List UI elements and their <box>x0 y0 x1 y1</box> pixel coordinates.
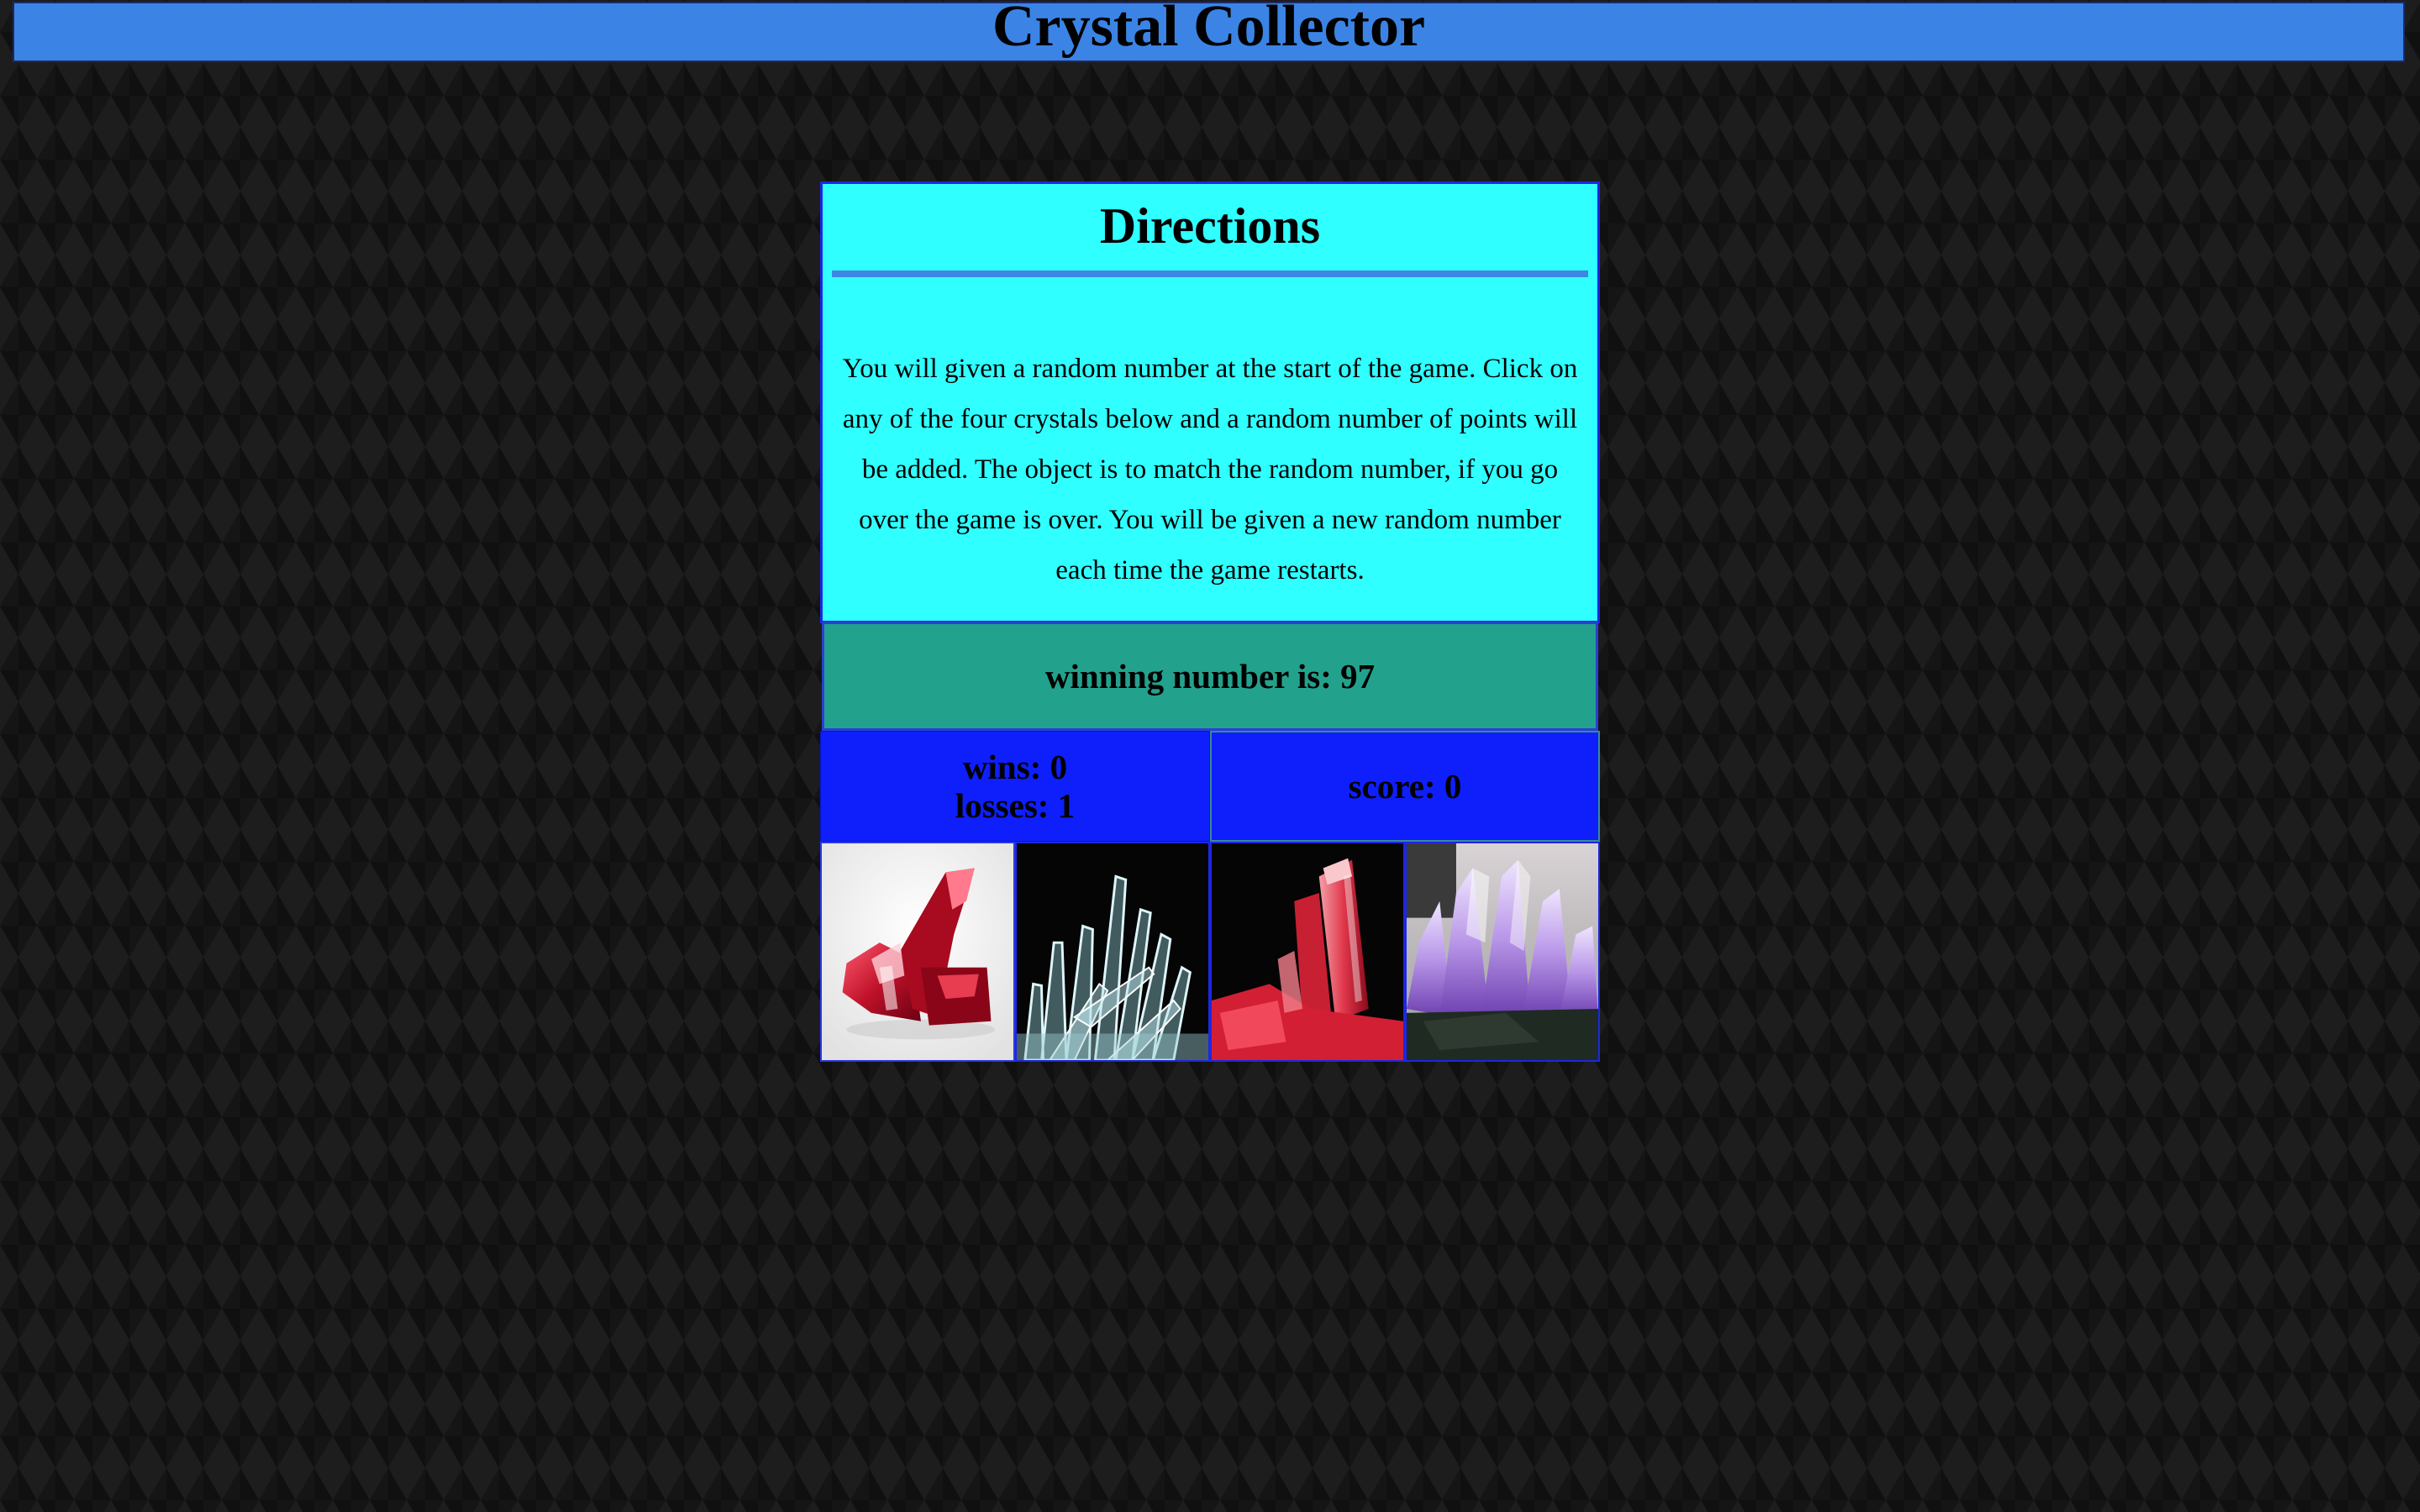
clear-crystal-icon <box>1017 843 1208 1060</box>
directions-heading: Directions <box>1099 198 1321 254</box>
directions-text: You will given a random number at the st… <box>842 354 1578 585</box>
winning-number: winning number is: 97 <box>822 622 1598 731</box>
page-title: Crystal Collector <box>992 0 1426 59</box>
crystal-button-3[interactable] <box>1210 842 1405 1062</box>
crystal-button-2[interactable] <box>1015 842 1210 1062</box>
directions-divider <box>832 270 1588 277</box>
score-value: score: 0 <box>1348 767 1462 806</box>
purple-crystal-icon <box>1407 843 1598 1060</box>
score-panel: score: 0 <box>1210 731 1600 842</box>
red-crystal-icon <box>822 843 1013 1060</box>
losses-count: losses: 1 <box>955 786 1076 825</box>
wins-count: wins: 0 <box>962 748 1068 786</box>
pink-crystal-icon <box>1212 843 1403 1060</box>
crystal-row <box>820 842 1600 1062</box>
page-header: Crystal Collector <box>13 0 2405 62</box>
record-panel: wins: 0 losses: 1 <box>820 731 1210 842</box>
crystal-button-4[interactable] <box>1405 842 1600 1062</box>
directions-panel: Directions You will given a random numbe… <box>820 181 1600 623</box>
crystal-button-1[interactable] <box>820 842 1015 1062</box>
stats-row: wins: 0 losses: 1 score: 0 <box>820 731 1600 842</box>
